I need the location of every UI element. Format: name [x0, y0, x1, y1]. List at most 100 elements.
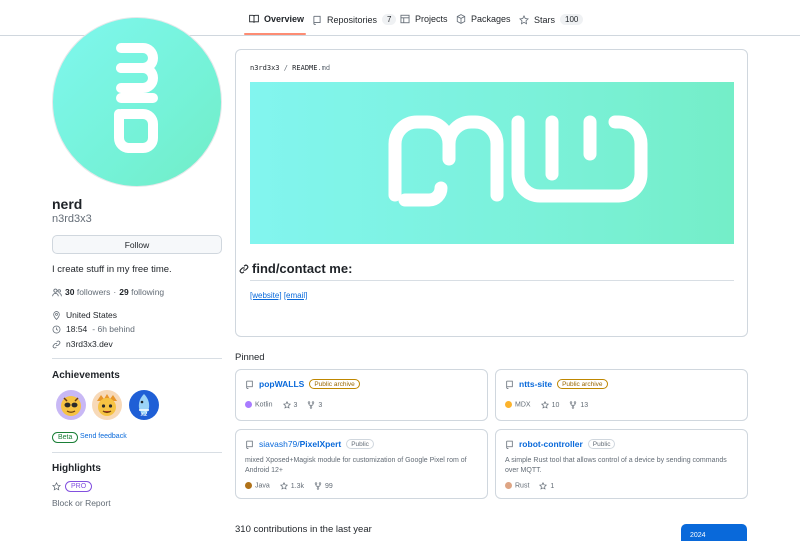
- achievement-badge-quickdraw[interactable]: [55, 389, 87, 421]
- tab-packages[interactable]: Packages: [456, 14, 511, 24]
- stars-link[interactable]: 3: [282, 401, 298, 409]
- card-header: popWALLS Public archive: [245, 379, 360, 389]
- book-icon: [249, 14, 259, 23]
- stars-count: 3: [293, 401, 298, 409]
- language-color-dot: [245, 482, 252, 490]
- visibility-badge: Public: [587, 439, 616, 449]
- forks-link[interactable]: 3: [307, 401, 322, 409]
- tab-repositories[interactable]: Repositories 7: [312, 14, 397, 25]
- achievement-badge-pull-shark[interactable]: x2: [128, 389, 160, 421]
- tab-label: Packages: [471, 14, 511, 24]
- repo-description: A simple Rust tool that allows control o…: [505, 457, 727, 474]
- readme-file: README: [292, 64, 318, 72]
- visibility-badge: Public archive: [309, 379, 360, 389]
- readme-ext: .md: [317, 64, 331, 72]
- sidebar-divider: [52, 452, 222, 453]
- language: Rust: [505, 482, 530, 490]
- forks-link[interactable]: 13: [569, 401, 588, 409]
- stars-link[interactable]: 10: [540, 401, 559, 409]
- people-icon: [52, 288, 62, 296]
- pull-shark-badge-icon: x2: [129, 390, 159, 420]
- yolo-badge-icon: [92, 390, 122, 420]
- repo-count-badge: 7: [382, 14, 397, 25]
- repo-name-link[interactable]: popWALLS: [259, 379, 304, 389]
- repo-name-link[interactable]: robot-controller: [519, 439, 583, 449]
- quickdraw-badge-icon: [56, 390, 86, 420]
- language-color-dot: [505, 401, 512, 409]
- contact-links: [website] [email]: [250, 291, 307, 300]
- card-footer: Kotlin 3 3: [245, 401, 322, 409]
- stars-link[interactable]: 1.3k: [279, 482, 305, 490]
- card-footer: Rust 1: [505, 482, 554, 490]
- profile-bio: I create stuff in my free time.: [52, 264, 172, 275]
- language-color-dot: [505, 482, 512, 490]
- star-icon: [539, 482, 548, 490]
- forks-link[interactable]: 99: [314, 482, 333, 490]
- repo-name-link[interactable]: ntts-site: [519, 379, 552, 389]
- readme-owner[interactable]: n3rd3x3: [250, 64, 280, 72]
- card-footer: Java 1.3k 99: [245, 482, 333, 490]
- package-icon: [456, 14, 466, 24]
- star-icon: [519, 14, 529, 24]
- pinned-title: Pinned: [235, 352, 265, 363]
- followers-count: 30: [65, 287, 75, 297]
- time-offset: - 6h behind: [92, 324, 135, 334]
- repo-icon: [506, 380, 513, 389]
- link-icon: [52, 340, 61, 348]
- following-link[interactable]: 29 following: [119, 287, 164, 297]
- achievement-badge-yolo[interactable]: [91, 389, 123, 421]
- forks-count: 13: [580, 401, 589, 409]
- language-name: Rust: [515, 482, 530, 490]
- tab-projects[interactable]: Projects: [400, 14, 448, 24]
- avatar[interactable]: [52, 17, 222, 187]
- tab-stars[interactable]: Stars 100: [519, 14, 584, 25]
- star-icon: [282, 401, 291, 409]
- avatar-logo: [114, 43, 159, 153]
- followers-link[interactable]: 30 followers: [65, 287, 110, 297]
- tab-label: Repositories: [327, 14, 378, 25]
- language: Kotlin: [245, 401, 273, 409]
- profile-readme: n3rd3x3 / README.md find/contact me: [we…: [235, 49, 748, 337]
- website-row[interactable]: n3rd3x3.dev: [52, 339, 113, 349]
- repo-name-link[interactable]: PixelXpert: [300, 439, 342, 449]
- stars-count-badge: 100: [560, 14, 584, 25]
- contributions-summary: 310 contributions in the last year: [235, 524, 372, 535]
- website-link[interactable]: [website]: [250, 291, 282, 300]
- language: MDX: [505, 401, 531, 409]
- location-icon: [53, 310, 60, 320]
- repo-icon: [313, 15, 321, 25]
- follow-stats: 30 followers · 29 following: [52, 287, 164, 297]
- card-footer: MDX 10 13: [505, 401, 588, 409]
- pinned-card: popWALLS Public archive Kotlin 3 3: [235, 369, 488, 421]
- pro-badge: PRO: [65, 481, 93, 492]
- stars-count: 1.3k: [290, 482, 305, 490]
- achievements-title[interactable]: Achievements: [52, 370, 120, 381]
- year-2024-button[interactable]: 2024: [681, 524, 747, 541]
- repo-icon: [506, 440, 513, 449]
- link-anchor-icon[interactable]: [239, 264, 249, 274]
- clock-icon: [52, 325, 61, 333]
- follow-button[interactable]: Follow: [52, 235, 222, 254]
- readme-path: n3rd3x3 / README.md: [250, 64, 330, 72]
- star-icon: [52, 482, 61, 491]
- tab-label: Projects: [415, 14, 448, 24]
- forks-count: 99: [325, 482, 333, 490]
- send-feedback-link[interactable]: Send feedback: [80, 433, 127, 440]
- stars-count: 1: [550, 482, 555, 490]
- tab-overview[interactable]: Overview: [249, 14, 304, 24]
- website-link[interactable]: n3rd3x3.dev: [66, 339, 113, 349]
- followers-label: followers: [76, 287, 111, 297]
- banner-logo: [388, 115, 648, 207]
- repo-icon: [246, 380, 253, 389]
- forks-count: 3: [318, 401, 323, 409]
- repo-owner-link[interactable]: siavash79/: [259, 439, 300, 449]
- readme-banner-image: [250, 82, 734, 244]
- svg-text:x2: x2: [140, 411, 148, 418]
- stars-link[interactable]: 1: [539, 482, 554, 490]
- readme-heading-text: find/contact me:: [252, 261, 353, 276]
- active-tab-indicator: [244, 33, 306, 35]
- email-link[interactable]: [email]: [284, 291, 308, 300]
- star-icon: [279, 482, 288, 490]
- fork-icon: [570, 401, 577, 409]
- block-or-report-link[interactable]: Block or Report: [52, 498, 111, 508]
